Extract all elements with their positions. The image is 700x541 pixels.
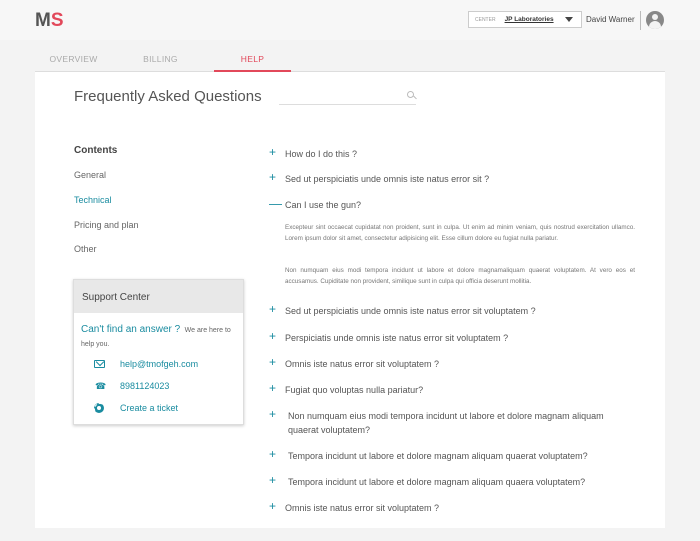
faq-card: Frequently Asked Questions Contents Gene…: [35, 72, 665, 528]
faq-item[interactable]: + Non numquam eius modi tempora incidunt…: [269, 408, 633, 437]
faq-item[interactable]: + Fugiat quo voluptas nulla pariatur?: [269, 382, 423, 397]
support-center: Support Center Can't find an answer ? We…: [73, 279, 244, 425]
avatar-head: [652, 14, 658, 20]
faq-item[interactable]: + Omnis iste natus error sit voluptatem …: [269, 356, 439, 371]
contents-item-pricing[interactable]: Pricing and plan: [74, 220, 139, 230]
faq-question[interactable]: Perspiciatis unde omnis iste natus error…: [285, 331, 508, 345]
top-bar: MS CENTER JP Laboratories David Warner: [0, 0, 700, 40]
support-question: Can't find an answer ? We are here to he…: [81, 322, 243, 350]
support-email-text[interactable]: help@tmofgeh.com: [120, 359, 198, 369]
tab-overview[interactable]: OVERVIEW: [35, 47, 112, 72]
support-ticket[interactable]: Create a ticket: [94, 403, 178, 415]
tab-billing[interactable]: BILLING: [122, 47, 199, 72]
center-label: CENTER: [475, 16, 496, 23]
contents-item-other[interactable]: Other: [74, 244, 97, 254]
plus-icon[interactable]: +: [269, 303, 285, 315]
support-phone[interactable]: ☎ 8981124023: [94, 381, 169, 391]
avatar-icon[interactable]: [646, 11, 664, 29]
tab-help[interactable]: HELP: [214, 47, 291, 72]
phone-icon: ☎: [95, 381, 107, 391]
support-email[interactable]: help@tmofgeh.com: [94, 359, 198, 369]
plus-icon[interactable]: +: [269, 448, 288, 460]
logo[interactable]: MS: [35, 10, 64, 32]
contents-item-technical[interactable]: Technical: [74, 195, 112, 205]
faq-item-open[interactable]: — Can I use the gun?: [269, 197, 361, 212]
faq-question[interactable]: Fugiat quo voluptas nulla pariatur?: [285, 383, 423, 397]
header-divider: [640, 11, 641, 30]
plus-icon[interactable]: +: [269, 146, 285, 158]
plus-icon[interactable]: +: [269, 408, 288, 420]
faq-item[interactable]: + How do I do this ?: [269, 146, 357, 161]
plus-icon[interactable]: +: [269, 330, 285, 342]
user-name[interactable]: David Warner: [586, 15, 635, 24]
plus-icon[interactable]: +: [269, 474, 288, 486]
search-input[interactable]: [279, 90, 416, 105]
minus-icon[interactable]: —: [269, 197, 285, 210]
faq-answer-paragraph: Non numquam eius modi tempora incidunt u…: [285, 267, 635, 285]
support-title: Support Center: [74, 280, 243, 313]
logo-s: S: [50, 10, 64, 31]
avatar-body: [649, 21, 661, 29]
faq-item[interactable]: + Tempora incidunt ut labore et dolore m…: [269, 474, 585, 489]
support-ticket-text[interactable]: Create a ticket: [120, 403, 178, 413]
center-value: JP Laboratories: [504, 16, 554, 23]
faq-item[interactable]: + Sed ut perspiciatis unde omnis iste na…: [269, 171, 489, 186]
faq-question[interactable]: How do I do this ?: [285, 147, 357, 161]
contents-item-general[interactable]: General: [74, 170, 106, 180]
tab-bar: OVERVIEW BILLING HELP: [35, 47, 665, 72]
faq-question[interactable]: Can I use the gun?: [285, 198, 361, 212]
search-icon[interactable]: [407, 91, 414, 98]
support-phone-text[interactable]: 8981124023: [120, 381, 169, 391]
faq-question[interactable]: Tempora incidunt ut labore et dolore mag…: [288, 449, 588, 463]
support-question-text: Can't find an answer ?: [81, 324, 181, 335]
faq-question[interactable]: Sed ut perspiciatis unde omnis iste natu…: [285, 304, 536, 318]
lifebuoy-icon: [94, 403, 106, 415]
plus-icon[interactable]: +: [269, 500, 285, 512]
faq-question[interactable]: Non numquam eius modi tempora incidunt u…: [288, 409, 633, 437]
logo-m: M: [35, 10, 51, 31]
page-title: Frequently Asked Questions: [74, 88, 262, 105]
faq-item[interactable]: + Tempora incidunt ut labore et dolore m…: [269, 448, 588, 463]
center-select[interactable]: CENTER JP Laboratories: [468, 11, 582, 28]
faq-answer-paragraph: Excepteur sint occaecat cupidatat non pr…: [285, 224, 635, 242]
faq-question[interactable]: Omnis iste natus error sit voluptatem ?: [285, 501, 439, 515]
faq-item[interactable]: + Perspiciatis unde omnis iste natus err…: [269, 330, 508, 345]
plus-icon[interactable]: +: [269, 382, 285, 394]
contents-title: Contents: [74, 145, 118, 156]
faq-question[interactable]: Sed ut perspiciatis unde omnis iste natu…: [285, 172, 489, 186]
faq-question[interactable]: Omnis iste natus error sit voluptatem ?: [285, 357, 439, 371]
plus-icon[interactable]: +: [269, 171, 285, 183]
faq-item[interactable]: + Sed ut perspiciatis unde omnis iste na…: [269, 303, 536, 318]
plus-icon[interactable]: +: [269, 356, 285, 368]
faq-item[interactable]: + Omnis iste natus error sit voluptatem …: [269, 500, 439, 515]
faq-question[interactable]: Tempora incidunt ut labore et dolore mag…: [288, 475, 585, 489]
chevron-down-icon: [565, 17, 573, 22]
envelope-icon: [94, 359, 106, 369]
